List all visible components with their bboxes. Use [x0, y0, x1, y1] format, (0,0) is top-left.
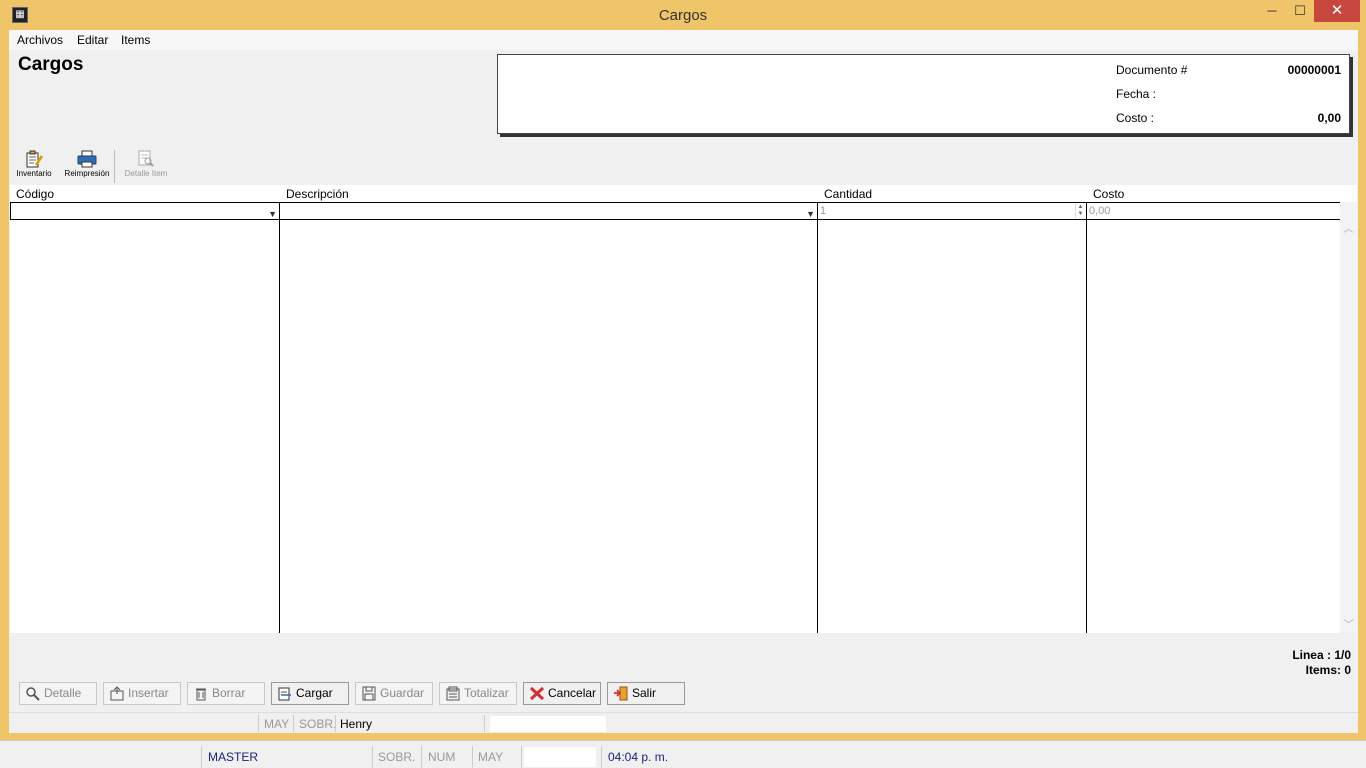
client-area: Archivos Editar Items Cargos Documento #…	[9, 30, 1358, 733]
reimpresion-tool-button[interactable]: Reimpresión	[62, 150, 112, 184]
menu-archivos[interactable]: Archivos	[17, 33, 63, 47]
application-window: ▦ Cargos ─ ☐ ✕ Archivos Editar Items Car…	[0, 0, 1366, 740]
items-grid[interactable]: Código Descripción Cantidad Costo ▼ ▼ 1 …	[10, 185, 1357, 633]
calculator-icon	[446, 686, 460, 701]
guardar-button[interactable]: Guardar	[355, 682, 433, 705]
fecha-label: Fecha :	[1116, 87, 1157, 101]
menu-bar: Archivos Editar Items	[9, 30, 1358, 50]
status-separator	[472, 746, 473, 768]
grid-header: Código Descripción Cantidad Costo	[10, 185, 1357, 202]
insert-icon	[110, 686, 124, 701]
detalle-button[interactable]: Detalle	[19, 682, 97, 705]
status-separator	[335, 715, 336, 732]
totalizar-button[interactable]: Totalizar	[439, 682, 517, 705]
form-title: Cargos	[18, 54, 84, 75]
items-counter: Items: 0	[1305, 663, 1351, 677]
inventario-label: Inventario	[16, 169, 52, 178]
status-separator	[421, 746, 422, 768]
inner-status-bar: MAY SOBR. Henry	[9, 712, 1358, 733]
user-name: Henry	[340, 717, 373, 731]
line-info: Linea : 1/0 Items: 0	[1292, 648, 1351, 678]
status-separator	[201, 746, 202, 768]
scroll-up-icon[interactable]: ︿	[1340, 220, 1357, 235]
guardar-button-label: Guardar	[380, 686, 425, 700]
costo-input[interactable]: 0,00	[1087, 203, 1340, 219]
descripcion-combobox[interactable]: ▼	[280, 203, 818, 219]
toolbar-separator	[114, 150, 115, 183]
linea-counter: Linea : 1/0	[1292, 648, 1351, 662]
outer-status-bar: MASTER SOBR. NUM MAY 04:04 p. m.	[0, 740, 1366, 768]
cantidad-spinbox[interactable]: 1 ▲ ▼	[818, 203, 1087, 219]
insertar-button[interactable]: Insertar	[103, 682, 181, 705]
sobr-indicator: SOBR.	[378, 750, 416, 764]
vertical-scrollbar[interactable]: ︿ ﹀	[1340, 202, 1357, 633]
document-number-label: Documento #	[1116, 63, 1188, 77]
scroll-down-icon[interactable]: ﹀	[1340, 616, 1357, 631]
title-bar[interactable]: ▦ Cargos ─ ☐ ✕	[0, 0, 1366, 30]
chevron-down-icon[interactable]: ▼	[268, 206, 277, 222]
column-codigo[interactable]: Código	[16, 187, 54, 201]
save-icon	[362, 686, 376, 701]
cancelar-button-label: Cancelar	[548, 686, 597, 700]
trash-icon	[196, 688, 206, 701]
column-descripcion[interactable]: Descripción	[286, 187, 349, 201]
reimpresion-label: Reimpresión	[64, 169, 110, 178]
window-title: Cargos	[658, 7, 708, 24]
menu-items[interactable]: Items	[121, 33, 150, 47]
minimize-button[interactable]: ─	[1258, 0, 1286, 22]
insertar-button-label: Insertar	[128, 686, 169, 700]
cantidad-input[interactable]: 1	[820, 205, 826, 217]
cargar-button-label: Cargar	[296, 686, 333, 700]
grid-edit-row: ▼ ▼ 1 ▲ ▼ 0,00	[10, 202, 1340, 220]
detalle-item-tool-button[interactable]: Detalle Item	[121, 150, 171, 184]
spin-arrows-icon[interactable]: ▲ ▼	[1075, 204, 1085, 218]
may-indicator: MAY	[478, 750, 504, 764]
maximize-button[interactable]: ☐	[1286, 0, 1314, 22]
column-divider	[279, 220, 280, 633]
red-x-icon	[529, 686, 545, 701]
chevron-down-icon[interactable]: ▼	[806, 206, 815, 222]
close-button[interactable]: ✕	[1314, 0, 1360, 22]
num-indicator: NUM	[428, 750, 456, 764]
costo-value: 0,00	[1317, 111, 1341, 125]
detalle-button-label: Detalle	[44, 686, 82, 700]
status-separator	[521, 746, 522, 768]
costo-label: Costo :	[1116, 111, 1155, 125]
borrar-button[interactable]: Borrar	[187, 682, 265, 705]
document-search-icon	[138, 150, 154, 167]
borrar-button-label: Borrar	[212, 686, 246, 700]
detalle-item-label: Detalle Item	[124, 169, 168, 178]
load-document-icon	[278, 687, 291, 701]
status-blank-box	[490, 716, 606, 732]
master-indicator: MASTER	[208, 750, 259, 764]
status-blank-box	[524, 747, 596, 767]
totalizar-button-label: Totalizar	[464, 686, 509, 700]
status-separator	[372, 746, 373, 768]
exit-door-icon	[614, 686, 628, 701]
column-cantidad[interactable]: Cantidad	[824, 187, 872, 201]
column-divider	[817, 220, 818, 633]
column-costo[interactable]: Costo	[1093, 187, 1124, 201]
sobr-indicator: SOBR.	[299, 717, 337, 731]
document-number-value: 00000001	[1287, 63, 1341, 77]
column-divider	[1086, 220, 1087, 633]
inventario-tool-button[interactable]: Inventario	[9, 150, 59, 184]
status-separator	[484, 715, 485, 732]
codigo-combobox[interactable]: ▼	[10, 203, 280, 219]
document-panel: Documento # 00000001 Fecha : Costo : 0,0…	[497, 54, 1350, 134]
status-separator	[601, 746, 602, 768]
may-indicator: MAY	[264, 717, 290, 731]
cancelar-button[interactable]: Cancelar	[523, 682, 601, 705]
status-separator	[293, 715, 294, 732]
menu-editar[interactable]: Editar	[77, 33, 108, 47]
cargar-button[interactable]: Cargar	[271, 682, 349, 705]
printer-icon	[77, 150, 97, 168]
clock: 04:04 p. m.	[608, 750, 669, 764]
magnifier-icon	[26, 687, 40, 701]
status-separator	[258, 715, 259, 732]
salir-button-label: Salir	[632, 686, 657, 700]
salir-button[interactable]: Salir	[607, 682, 685, 705]
notepad-pencil-icon	[26, 150, 44, 168]
